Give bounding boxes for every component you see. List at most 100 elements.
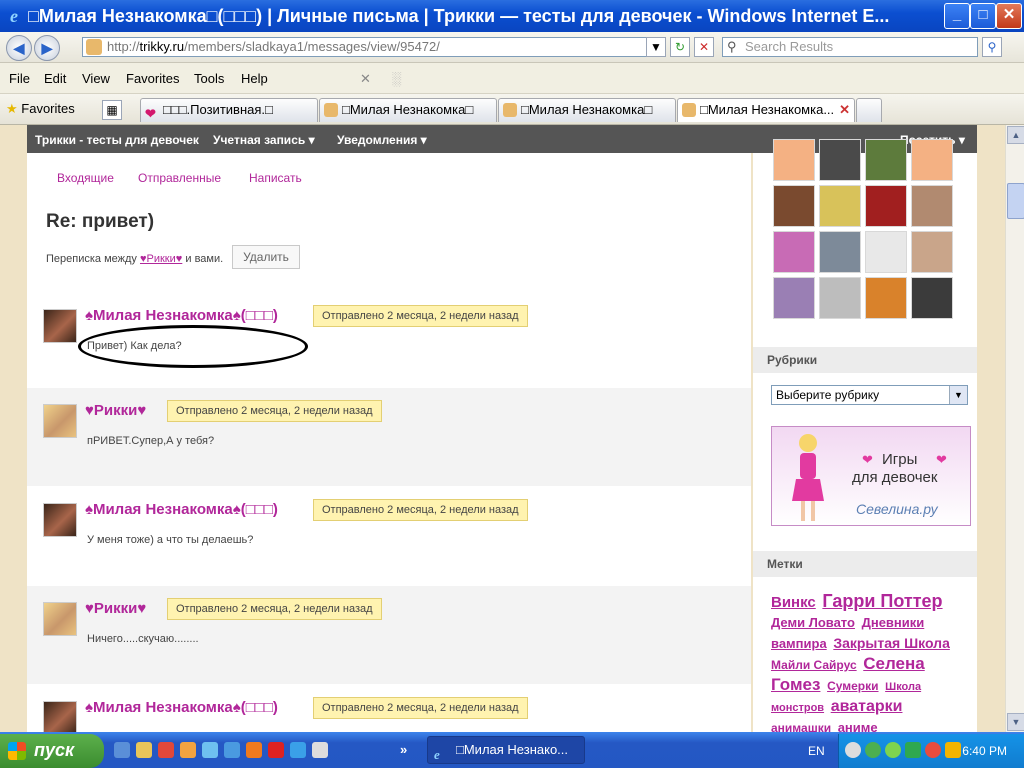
tag-link[interactable]: Деми Ловато <box>771 615 855 630</box>
opera-icon[interactable] <box>268 742 284 758</box>
tray-icon[interactable] <box>925 742 941 758</box>
avatar[interactable] <box>43 503 77 537</box>
message-item: ♥Рикки♥ Отправлено 2 месяца, 2 недели на… <box>27 586 751 684</box>
tab-1[interactable]: ❤ □□□.Позитивная.□ <box>140 98 318 122</box>
tag-link[interactable]: Майли Сайрус <box>771 658 857 672</box>
friend-thumbnail[interactable] <box>773 139 815 181</box>
avatar[interactable] <box>43 602 77 636</box>
friend-thumbnail[interactable] <box>865 231 907 273</box>
quick-tabs-icon[interactable]: ▦ <box>102 100 122 120</box>
tray-icon[interactable] <box>845 742 861 758</box>
close-tab-icon[interactable]: ✕ <box>839 99 850 121</box>
games-banner[interactable]: ❤ ❤ Игры для девочек Севелина.ру <box>771 426 971 526</box>
back-button[interactable]: ◀ <box>6 35 32 61</box>
stop-icon[interactable]: ✕ <box>694 37 714 57</box>
menu-tools[interactable]: Tools <box>194 71 224 86</box>
friend-thumbnail[interactable] <box>865 185 907 227</box>
tray-icon[interactable] <box>865 742 881 758</box>
address-dropdown-icon[interactable]: ▼ <box>646 37 666 57</box>
menu-edit[interactable]: Edit <box>44 71 66 86</box>
show-desktop-icon[interactable] <box>114 742 130 758</box>
menu-file[interactable]: File <box>9 71 30 86</box>
refresh-icon[interactable]: ↻ <box>670 37 690 57</box>
minimize-button[interactable]: _ <box>944 3 970 29</box>
friend-thumbnail[interactable] <box>865 139 907 181</box>
menu-favorites[interactable]: Favorites <box>126 71 179 86</box>
search-input[interactable]: ⚲ Search Results <box>722 37 978 57</box>
taskbar-window-button[interactable]: e □Милая Незнако... <box>427 736 585 764</box>
app-icon[interactable] <box>290 742 306 758</box>
friend-thumbnail[interactable] <box>819 277 861 319</box>
address-input[interactable]: http://trikky.ru/members/sladkaya1/messa… <box>82 37 664 57</box>
site-brand-link[interactable]: Трикки - тесты для девочек <box>35 133 199 147</box>
toolbar-close-icon[interactable]: ✕ <box>360 71 371 87</box>
avatar[interactable] <box>43 309 77 343</box>
language-indicator[interactable]: EN <box>808 744 825 758</box>
tag-link[interactable]: Гарри Поттер <box>822 591 942 611</box>
tag-link[interactable]: аватарки <box>831 698 903 715</box>
friend-thumbnail[interactable] <box>773 231 815 273</box>
sent-link[interactable]: Отправленные <box>138 171 221 185</box>
notifications-menu[interactable]: Уведомления ▾ <box>337 133 427 147</box>
scroll-up-icon[interactable]: ▲ <box>1007 126 1024 144</box>
participant-link[interactable]: ♥Рикки♥ <box>140 253 182 265</box>
url-prefix: http:// <box>107 39 140 54</box>
search-go-button[interactable]: ⚲ <box>982 37 1002 57</box>
friend-thumbnail[interactable] <box>911 277 953 319</box>
tray-icon[interactable] <box>885 742 901 758</box>
maximize-button[interactable]: □ <box>970 3 996 29</box>
tab-bar: ★ Favorites ▦ ❤ □□□.Позитивная.□ □Милая Н… <box>0 94 1024 125</box>
tab-3[interactable]: □Милая Незнакомка□ <box>498 98 676 122</box>
friend-thumbnail[interactable] <box>911 139 953 181</box>
scroll-down-icon[interactable]: ▼ <box>1007 713 1024 731</box>
friend-thumbnail[interactable] <box>819 139 861 181</box>
tag-link[interactable]: Сумерки <box>827 679 878 693</box>
friend-thumbnail[interactable] <box>865 277 907 319</box>
inbox-link[interactable]: Входящие <box>57 171 114 185</box>
start-button[interactable]: пуск <box>0 734 104 768</box>
friend-thumbnail[interactable] <box>911 231 953 273</box>
friend-thumbnail[interactable] <box>911 185 953 227</box>
compose-link[interactable]: Написать <box>249 171 302 185</box>
message-author[interactable]: ♥Рикки♥ <box>85 600 146 617</box>
friend-thumbnail[interactable] <box>819 185 861 227</box>
volume-icon[interactable] <box>945 742 961 758</box>
message-author[interactable]: ♠Милая Незнакомка♠(□□□) <box>85 699 278 716</box>
window-icon[interactable] <box>312 742 328 758</box>
system-tray: 6:40 PM <box>838 734 1024 768</box>
message-author[interactable]: ♠Милая Незнакомка♠(□□□) <box>85 501 278 518</box>
media-icon[interactable] <box>202 742 218 758</box>
forward-button[interactable]: ▶ <box>34 35 60 61</box>
rubrics-select[interactable]: Выберите рубрику ▼ <box>771 385 968 405</box>
favorites-button[interactable]: ★ Favorites <box>6 101 75 117</box>
tag-link[interactable]: анимашки <box>771 721 831 732</box>
page-scrollbar[interactable]: ▲ ▼ <box>1005 125 1024 732</box>
firefox-icon[interactable] <box>246 742 262 758</box>
friend-thumbnail[interactable] <box>773 185 815 227</box>
internet-explorer-icon[interactable] <box>224 742 240 758</box>
delete-button[interactable]: Удалить <box>232 245 300 269</box>
new-tab-button[interactable] <box>856 98 882 122</box>
account-menu[interactable]: Учетная запись ▾ <box>213 133 315 147</box>
more-chevron-icon[interactable]: » <box>400 742 416 758</box>
message-author[interactable]: ♥Рикки♥ <box>85 402 146 419</box>
banner-line-2: для девочек <box>852 469 938 486</box>
tab-4-active[interactable]: □Милая Незнакомка... ✕ <box>677 98 855 122</box>
friend-thumbnail[interactable] <box>773 277 815 319</box>
tray-icon[interactable] <box>905 742 921 758</box>
app-icon[interactable] <box>180 742 196 758</box>
tag-link[interactable]: Винкс <box>771 594 816 611</box>
folder-icon[interactable] <box>136 742 152 758</box>
friend-thumbnail[interactable] <box>819 231 861 273</box>
tag-link[interactable]: Закрытая Школа <box>833 635 950 651</box>
chrome-icon[interactable] <box>158 742 174 758</box>
message-author[interactable]: ♠Милая Незнакомка♠(□□□) <box>85 307 278 324</box>
avatar[interactable] <box>43 701 77 732</box>
close-button[interactable]: ✕ <box>996 3 1022 29</box>
menu-view[interactable]: View <box>82 71 110 86</box>
tag-link[interactable]: аниме <box>838 720 878 732</box>
menu-help[interactable]: Help <box>241 71 268 86</box>
tab-2[interactable]: □Милая Незнакомка□ <box>319 98 497 122</box>
avatar[interactable] <box>43 404 77 438</box>
scroll-thumb[interactable] <box>1007 183 1024 219</box>
